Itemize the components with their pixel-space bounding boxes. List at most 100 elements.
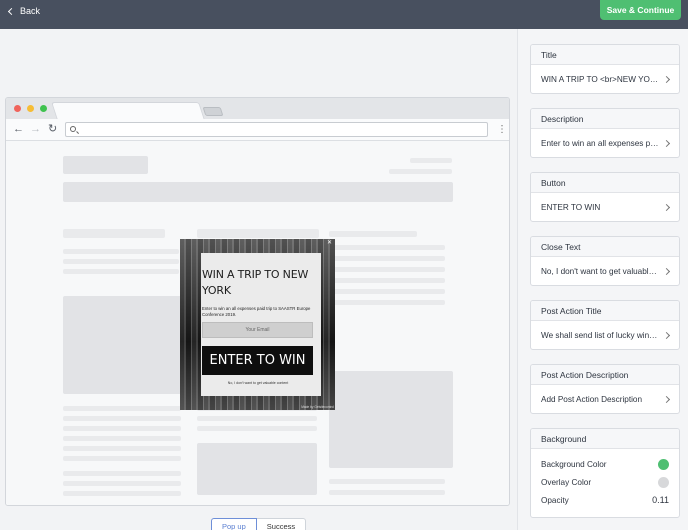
section-header: Description	[531, 109, 679, 129]
section-value: Add Post Action Description	[541, 394, 643, 404]
placeholder-line	[63, 269, 179, 274]
browser-tab-new	[202, 107, 224, 116]
popup-card: WIN A TRIP TO NEW YORK Enter to win an a…	[201, 253, 321, 396]
section-header: Post Action Description	[531, 365, 679, 385]
placeholder-line	[329, 245, 445, 250]
preview-area: ← → ↻ ⋯ ✕ WIN A TRIP TO NEW YORK Enter t…	[0, 29, 517, 530]
section-post-action-description: Post Action Description Add Post Action …	[530, 364, 680, 414]
popup-close-text[interactable]: No, I don't want to get valuable content	[202, 381, 314, 385]
placeholder-image	[63, 296, 183, 394]
section-close-text: Close Text No, I don't want to get valua…	[530, 236, 680, 286]
placeholder-line	[63, 436, 181, 441]
back-arrow-icon: ←	[13, 123, 24, 135]
edit-button-row[interactable]: ENTER TO WIN	[531, 193, 679, 221]
popup-description: Enter to win an all expenses paid trip t…	[202, 306, 311, 317]
reload-icon: ↻	[48, 123, 58, 135]
placeholder-image	[197, 443, 317, 495]
popup-title: WIN A TRIP TO NEW YORK	[202, 268, 309, 297]
section-value: We shall send list of lucky winners	[541, 330, 659, 340]
placeholder-block	[389, 169, 452, 174]
placeholder-line	[63, 446, 181, 451]
section-post-action-title: Post Action Title We shall send list of …	[530, 300, 680, 350]
placeholder-line	[329, 300, 445, 305]
section-header: Background	[531, 429, 679, 449]
chevron-right-icon	[662, 75, 671, 83]
section-description: Description Enter to win an all expenses…	[530, 108, 680, 158]
browser-mockup: ← → ↻ ⋯ ✕ WIN A TRIP TO NEW YORK Enter t…	[5, 97, 510, 506]
popup-branding: Made by Getsitecontrol	[301, 405, 334, 409]
edit-post-action-description-row[interactable]: Add Post Action Description	[531, 385, 679, 413]
save-continue-button[interactable]: Save & Continue	[600, 0, 681, 20]
placeholder-line	[329, 289, 445, 294]
section-header: Post Action Title	[531, 301, 679, 321]
search-icon	[70, 126, 76, 132]
placeholder-line	[63, 471, 181, 476]
placeholder-block	[410, 158, 452, 163]
section-value: Enter to win an all expenses paid trip t…	[541, 138, 659, 148]
close-dot-icon	[14, 105, 21, 112]
placeholder-line	[329, 267, 445, 272]
top-bar: Back Save & Continue	[0, 0, 688, 29]
opacity-value[interactable]: 0.11	[652, 495, 669, 505]
placeholder-line	[197, 416, 317, 421]
placeholder-line	[329, 479, 445, 484]
placeholder-nav	[63, 182, 453, 202]
section-title: Title WIN A TRIP TO <br>NEW YORK	[530, 44, 680, 94]
placeholder-line	[63, 481, 181, 486]
section-value: ENTER TO WIN	[541, 202, 601, 212]
placeholder-block	[63, 229, 165, 238]
section-header: Close Text	[531, 237, 679, 257]
chevron-right-icon	[662, 139, 671, 147]
edit-title-row[interactable]: WIN A TRIP TO <br>NEW YORK	[531, 65, 679, 93]
placeholder-block	[197, 229, 319, 238]
maximize-dot-icon	[40, 105, 47, 112]
overlay-color-label: Overlay Color	[541, 477, 592, 487]
browser-tab-active	[51, 102, 205, 120]
overlay-color-swatch[interactable]	[658, 476, 669, 488]
placeholder-line	[197, 426, 317, 431]
chevron-right-icon	[662, 331, 671, 339]
section-value: No, I don't want to get valuable content	[541, 266, 659, 276]
background-color-label: Background Color	[541, 459, 607, 469]
more-menu-icon: ⋯	[496, 124, 507, 134]
placeholder-line	[329, 490, 445, 495]
email-field[interactable]: Your Email	[202, 322, 313, 338]
back-button[interactable]: Back	[7, 4, 40, 18]
background-color-swatch[interactable]	[658, 458, 669, 470]
placeholder-line	[63, 249, 179, 254]
minimize-dot-icon	[27, 105, 34, 112]
section-header: Title	[531, 45, 679, 65]
chevron-right-icon	[662, 203, 671, 211]
chevron-right-icon	[662, 395, 671, 403]
browser-navbar: ← → ↻ ⋯	[6, 119, 509, 141]
section-header: Button	[531, 173, 679, 193]
section-background: Background Background Color Overlay Colo…	[530, 428, 680, 518]
chevron-right-icon	[662, 267, 671, 275]
tab-popup[interactable]: Pop up	[211, 518, 257, 530]
browser-tabstrip	[6, 98, 509, 120]
edit-post-action-title-row[interactable]: We shall send list of lucky winners	[531, 321, 679, 349]
edit-close-text-row[interactable]: No, I don't want to get valuable content	[531, 257, 679, 285]
placeholder-line	[329, 278, 445, 283]
edit-description-row[interactable]: Enter to win an all expenses paid trip t…	[531, 129, 679, 157]
tab-success[interactable]: Success	[256, 518, 307, 530]
chevron-left-icon	[7, 7, 16, 15]
settings-panel: Title WIN A TRIP TO <br>NEW YORK Descrip…	[517, 29, 688, 530]
background-color-row: Background Color	[531, 455, 679, 473]
placeholder-line	[63, 406, 181, 411]
section-value: WIN A TRIP TO <br>NEW YORK	[541, 74, 659, 84]
opacity-label: Opacity	[541, 495, 569, 505]
popup-cta-button[interactable]: ENTER TO WIN	[202, 346, 313, 375]
url-bar	[65, 122, 488, 137]
placeholder-line	[63, 456, 181, 461]
placeholder-block	[63, 156, 148, 174]
placeholder-line	[63, 416, 181, 421]
page-content-placeholder: ✕ WIN A TRIP TO NEW YORK Enter to win an…	[6, 141, 509, 505]
section-button: Button ENTER TO WIN	[530, 172, 680, 222]
placeholder-line	[63, 426, 181, 431]
forward-arrow-icon: →	[30, 123, 41, 135]
placeholder-block	[329, 231, 417, 237]
placeholder-line	[63, 259, 179, 264]
popup-preview[interactable]: ✕ WIN A TRIP TO NEW YORK Enter to win an…	[180, 239, 335, 410]
close-icon[interactable]: ✕	[327, 240, 333, 246]
